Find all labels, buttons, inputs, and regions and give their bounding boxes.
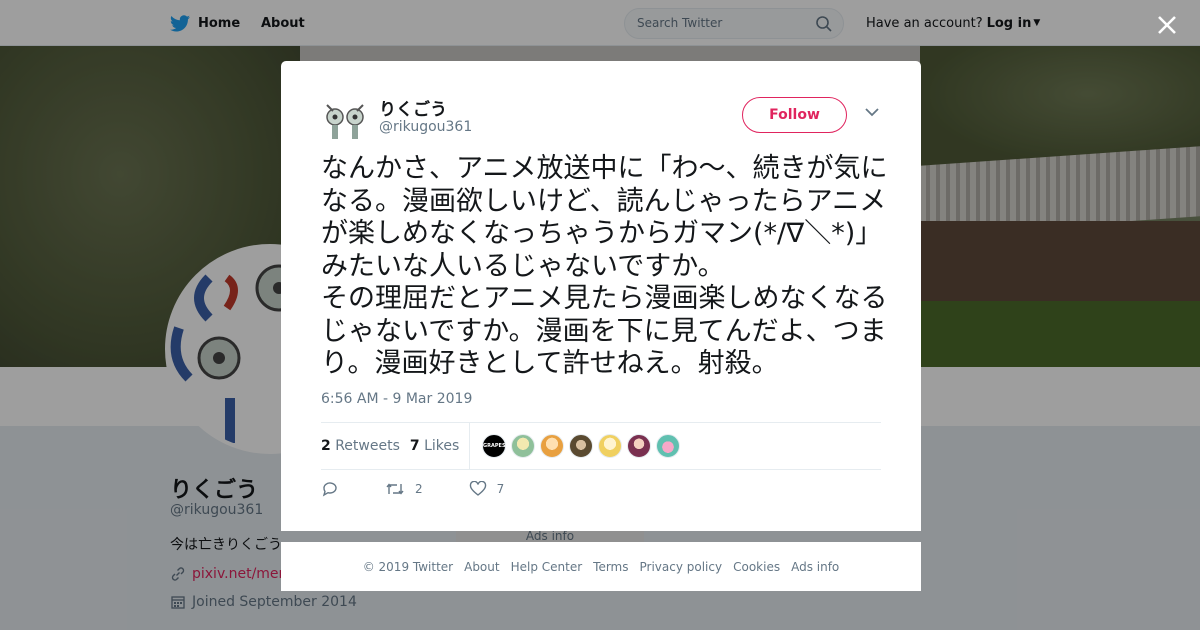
liker-avatar[interactable] bbox=[627, 434, 652, 458]
tweet-author-name[interactable]: りくごう bbox=[379, 95, 447, 120]
heart-icon bbox=[469, 481, 486, 496]
retweets-stat[interactable]: 2 Retweets bbox=[321, 438, 400, 454]
footer-cookies-link[interactable]: Cookies bbox=[733, 560, 780, 574]
tweet-actions: 2 7 bbox=[321, 481, 550, 497]
liker-avatar[interactable] bbox=[511, 434, 536, 458]
liker-avatar[interactable]: GRAPES bbox=[482, 434, 507, 458]
robot-character-icon bbox=[326, 104, 364, 139]
retweet-count: 2 bbox=[415, 482, 423, 496]
likes-label: Likes bbox=[424, 438, 460, 454]
liker-avatar[interactable] bbox=[656, 434, 681, 458]
footer-copyright: © 2019 Twitter bbox=[362, 559, 454, 574]
like-action[interactable]: 7 bbox=[469, 481, 505, 497]
retweet-icon bbox=[386, 483, 404, 495]
footer-help-center-link[interactable]: Help Center bbox=[511, 560, 583, 574]
likes-count: 7 bbox=[409, 438, 420, 454]
tweet-text: なんかさ、アニメ放送中に「わ～、続きが気になる。漫画欲しいけど、読んじゃったらア… bbox=[321, 153, 888, 379]
liker-avatar[interactable] bbox=[598, 434, 623, 458]
stats-divider bbox=[469, 422, 471, 470]
reply-action[interactable] bbox=[321, 481, 339, 497]
footer-ads-info-link[interactable]: Ads info bbox=[791, 560, 839, 574]
tweet-avatar[interactable] bbox=[321, 95, 369, 143]
liker-avatar[interactable] bbox=[569, 434, 594, 458]
footer-privacy-link[interactable]: Privacy policy bbox=[640, 560, 723, 574]
liker-avatar[interactable] bbox=[540, 434, 565, 458]
tweet-timestamp[interactable]: 6:56 AM - 9 Mar 2019 bbox=[321, 391, 472, 407]
retweets-count: 2 bbox=[321, 438, 331, 454]
tweet-stats: 2 Retweets 7 Likes GRAPES bbox=[321, 422, 881, 470]
chevron-down-icon[interactable] bbox=[864, 107, 880, 117]
likes-stat[interactable]: 7 Likes bbox=[410, 438, 459, 454]
close-icon[interactable] bbox=[1154, 12, 1180, 38]
follow-button[interactable]: Follow bbox=[742, 97, 847, 133]
modal-footer: © 2019 Twitter About Help Center Terms P… bbox=[281, 542, 921, 591]
retweet-action[interactable]: 2 bbox=[385, 481, 423, 497]
like-count: 7 bbox=[496, 482, 505, 496]
liker-avatars: GRAPES bbox=[482, 434, 681, 458]
reply-icon bbox=[322, 482, 337, 497]
retweets-label: Retweets bbox=[335, 438, 400, 454]
tweet-author-handle[interactable]: @rikugou361 bbox=[379, 119, 472, 135]
tweet-modal: りくごう @rikugou361 Follow なんかさ、アニメ放送中に「わ～、… bbox=[281, 61, 921, 531]
footer-terms-link[interactable]: Terms bbox=[593, 560, 628, 574]
footer-about-link[interactable]: About bbox=[464, 560, 499, 574]
